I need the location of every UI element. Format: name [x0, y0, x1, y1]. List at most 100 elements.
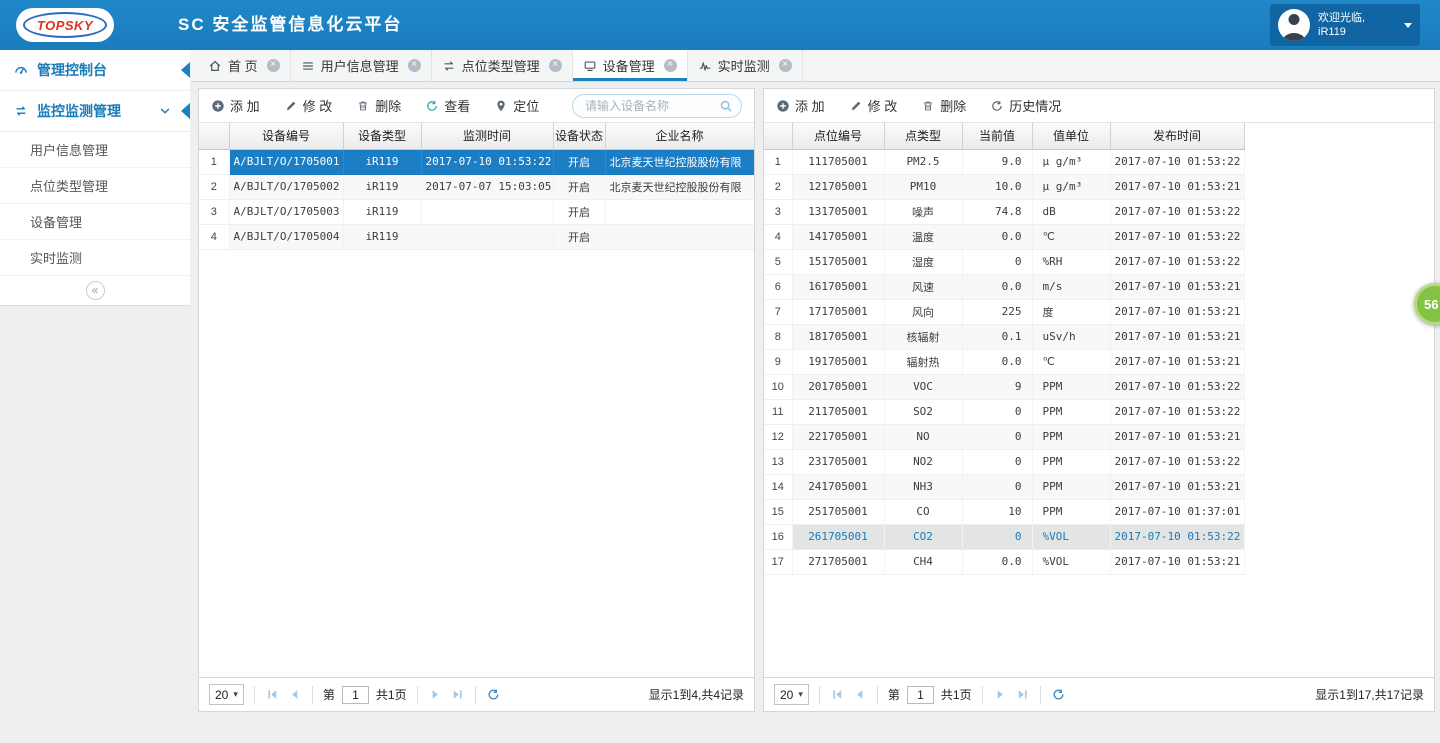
table-row[interactable]: 1A/BJLT/O/1705001iR1192017-07-10 01:53:2…: [199, 149, 754, 174]
table-cell[interactable]: A/BJLT/O/1705003: [229, 199, 343, 224]
last-page-button[interactable]: [450, 687, 465, 702]
table-cell[interactable]: uSv/h: [1032, 324, 1110, 349]
reload-icon[interactable]: [1051, 687, 1066, 702]
table-cell[interactable]: 161705001: [792, 274, 884, 299]
table-cell[interactable]: 核辐射: [884, 324, 962, 349]
table-cell[interactable]: 2017-07-10 01:53:21: [1110, 174, 1244, 199]
table-cell[interactable]: 225: [962, 299, 1032, 324]
table-cell[interactable]: PM10: [884, 174, 962, 199]
column-header[interactable]: 监测时间: [421, 123, 553, 149]
table-cell[interactable]: 111705001: [792, 149, 884, 174]
table-cell[interactable]: [605, 199, 754, 224]
table-row[interactable]: 1111705001PM2.59.0μ g/m³2017-07-10 01:53…: [764, 149, 1244, 174]
table-cell[interactable]: 温度: [884, 224, 962, 249]
tab-user-info[interactable]: 用户信息管理 ×: [291, 50, 432, 81]
table-row[interactable]: 11211705001SO20PPM2017-07-10 01:53:22: [764, 399, 1244, 424]
column-header[interactable]: 值单位: [1032, 123, 1110, 149]
table-cell[interactable]: ℃: [1032, 224, 1110, 249]
table-cell[interactable]: μ g/m³: [1032, 174, 1110, 199]
table-cell[interactable]: PPM: [1032, 474, 1110, 499]
table-cell[interactable]: 辐射热: [884, 349, 962, 374]
add-button[interactable]: 添 加: [211, 96, 260, 115]
locate-button[interactable]: 定位: [494, 96, 539, 115]
table-cell[interactable]: 0: [962, 249, 1032, 274]
close-icon[interactable]: ×: [664, 59, 677, 72]
table-cell[interactable]: 2017-07-10 01:53:22: [1110, 224, 1244, 249]
next-page-button[interactable]: [993, 687, 1008, 702]
table-cell[interactable]: A/BJLT/O/1705002: [229, 174, 343, 199]
table-cell[interactable]: 171705001: [792, 299, 884, 324]
column-header[interactable]: 设备类型: [343, 123, 421, 149]
first-page-button[interactable]: [265, 687, 280, 702]
table-cell[interactable]: 74.8: [962, 199, 1032, 224]
column-header[interactable]: 企业名称: [605, 123, 754, 149]
delete-button[interactable]: 删除: [921, 96, 966, 115]
table-cell[interactable]: 0: [962, 399, 1032, 424]
sidebar-item-monitoring[interactable]: 监控监测管理: [0, 91, 190, 132]
table-cell[interactable]: 0: [962, 474, 1032, 499]
column-header[interactable]: 发布时间: [1110, 123, 1244, 149]
table-cell[interactable]: 2017-07-10 01:53:21: [1110, 549, 1244, 574]
table-cell[interactable]: 2017-07-10 01:53:22: [1110, 399, 1244, 424]
table-cell[interactable]: SO2: [884, 399, 962, 424]
table-row[interactable]: 15251705001CO10PPM2017-07-10 01:37:01: [764, 499, 1244, 524]
tab-realtime[interactable]: 实时监测 ×: [688, 50, 803, 81]
table-row[interactable]: 16261705001CO20%VOL2017-07-10 01:53:22: [764, 524, 1244, 549]
table-cell[interactable]: 2017-07-10 01:53:21: [1110, 274, 1244, 299]
table-cell[interactable]: μ g/m³: [1032, 149, 1110, 174]
page-number-input[interactable]: [342, 686, 369, 704]
table-cell[interactable]: dB: [1032, 199, 1110, 224]
table-cell[interactable]: PPM: [1032, 399, 1110, 424]
table-cell[interactable]: CO2: [884, 524, 962, 549]
sidebar-item-point-type[interactable]: 点位类型管理: [0, 168, 190, 204]
table-row[interactable]: 8181705001核辐射0.1uSv/h2017-07-10 01:53:21: [764, 324, 1244, 349]
table-cell[interactable]: PPM: [1032, 449, 1110, 474]
table-cell[interactable]: A/BJLT/O/1705004: [229, 224, 343, 249]
sidebar-item-user-info[interactable]: 用户信息管理: [0, 132, 190, 168]
table-cell[interactable]: CH4: [884, 549, 962, 574]
sidebar-collapse-button[interactable]: «: [0, 276, 190, 305]
delete-button[interactable]: 删除: [356, 96, 401, 115]
first-page-button[interactable]: [830, 687, 845, 702]
table-cell[interactable]: 0.0: [962, 274, 1032, 299]
table-cell[interactable]: 191705001: [792, 349, 884, 374]
sidebar-item-device-mgmt[interactable]: 设备管理: [0, 204, 190, 240]
table-cell[interactable]: iR119: [343, 224, 421, 249]
table-cell[interactable]: PPM: [1032, 499, 1110, 524]
table-cell[interactable]: 151705001: [792, 249, 884, 274]
table-cell[interactable]: 0: [962, 424, 1032, 449]
page-size-select[interactable]: 20 ▾: [774, 684, 809, 705]
table-cell[interactable]: 北京麦天世纪控股股份有限: [605, 174, 754, 199]
table-row[interactable]: 17271705001CH40.0%VOL2017-07-10 01:53:21: [764, 549, 1244, 574]
table-row[interactable]: 7171705001风向225度2017-07-10 01:53:21: [764, 299, 1244, 324]
table-cell[interactable]: 9.0: [962, 149, 1032, 174]
table-cell[interactable]: 131705001: [792, 199, 884, 224]
table-cell[interactable]: m/s: [1032, 274, 1110, 299]
table-cell[interactable]: 10.0: [962, 174, 1032, 199]
table-cell[interactable]: 0.1: [962, 324, 1032, 349]
table-cell[interactable]: 261705001: [792, 524, 884, 549]
table-cell[interactable]: 10: [962, 499, 1032, 524]
table-row[interactable]: 2121705001PM1010.0μ g/m³2017-07-10 01:53…: [764, 174, 1244, 199]
table-cell[interactable]: 241705001: [792, 474, 884, 499]
table-cell[interactable]: 0.0: [962, 349, 1032, 374]
table-row[interactable]: 4141705001温度0.0℃2017-07-10 01:53:22: [764, 224, 1244, 249]
table-cell[interactable]: PPM: [1032, 374, 1110, 399]
column-header[interactable]: 当前值: [962, 123, 1032, 149]
table-cell[interactable]: 2017-07-10 01:37:01: [1110, 499, 1244, 524]
table-cell[interactable]: 2017-07-10 01:53:21: [1110, 324, 1244, 349]
edit-button[interactable]: 修 改: [849, 96, 898, 115]
table-cell[interactable]: %VOL: [1032, 524, 1110, 549]
table-cell[interactable]: CO: [884, 499, 962, 524]
table-cell[interactable]: [605, 224, 754, 249]
table-cell[interactable]: 2017-07-10 01:53:22: [1110, 524, 1244, 549]
table-cell[interactable]: 开启: [553, 224, 605, 249]
column-header[interactable]: 设备状态: [553, 123, 605, 149]
next-page-button[interactable]: [428, 687, 443, 702]
table-cell[interactable]: 2017-07-10 01:53:22: [1110, 149, 1244, 174]
table-cell[interactable]: NO2: [884, 449, 962, 474]
table-row[interactable]: 9191705001辐射热0.0℃2017-07-10 01:53:21: [764, 349, 1244, 374]
table-row[interactable]: 6161705001风速0.0m/s2017-07-10 01:53:21: [764, 274, 1244, 299]
page-size-select[interactable]: 20 ▾: [209, 684, 244, 705]
table-cell[interactable]: 9: [962, 374, 1032, 399]
